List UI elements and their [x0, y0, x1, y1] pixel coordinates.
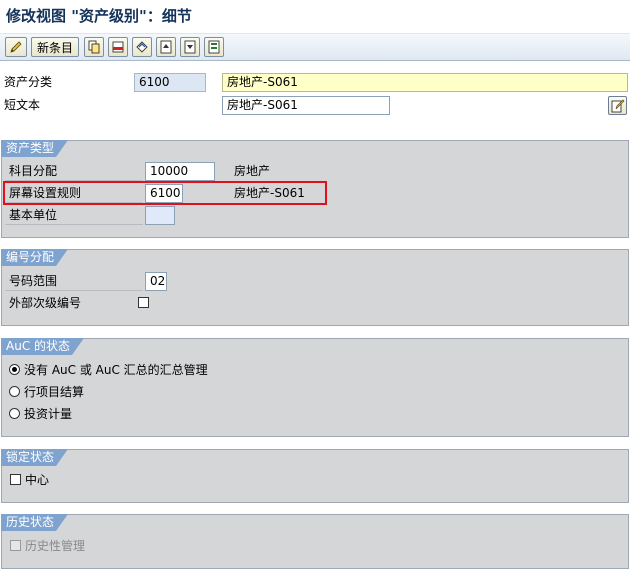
asset-class-field: 6100 — [134, 73, 206, 92]
investment-measure-option-label: 投资计量 — [24, 407, 73, 421]
history-management-label: 历史性管理 — [25, 539, 86, 553]
line-item-settlement-radio[interactable] — [9, 386, 20, 397]
title-bar: 修改视图 "资产级别"：细节 — [0, 0, 630, 34]
next-entry-button[interactable] — [180, 37, 200, 57]
history-status-group: 历史状态 历史性管理 — [1, 514, 629, 569]
auc-status-group-title: AuC 的状态 — [1, 338, 84, 355]
copy-button[interactable] — [84, 37, 104, 57]
external-subnumber-checkbox[interactable] — [138, 297, 149, 308]
history-status-group-title: 历史状态 — [1, 514, 68, 531]
account-determination-label: 科目分配 — [5, 162, 143, 181]
number-range-label: 号码范围 — [5, 272, 143, 291]
undo-button[interactable] — [132, 37, 152, 57]
edit-text-icon — [611, 99, 624, 112]
undo-icon — [136, 41, 148, 53]
base-unit-field[interactable] — [145, 206, 175, 225]
window-title: 修改视图 "资产级别"：细节 — [6, 7, 192, 25]
lock-status-group: 锁定状态 中心 — [1, 449, 629, 503]
number-assignment-group-title: 编号分配 — [1, 249, 68, 266]
asset-type-group-title: 资产类型 — [1, 140, 68, 157]
long-text-edit-button[interactable] — [608, 96, 627, 115]
select-all-icon — [208, 40, 220, 54]
display-change-icon — [10, 41, 22, 53]
investment-measure-radio[interactable] — [9, 408, 20, 419]
application-toolbar: 新条目 — [0, 34, 630, 61]
copy-icon — [88, 40, 100, 54]
highlight-box — [3, 181, 327, 205]
account-determination-field[interactable]: 10000 — [145, 162, 215, 181]
short-text-field[interactable]: 房地产-S061 — [222, 96, 390, 115]
asset-class-description-field[interactable]: 房地产-S061 — [222, 73, 628, 92]
delete-button[interactable] — [108, 37, 128, 57]
display-change-button[interactable] — [5, 37, 27, 57]
lock-central-label: 中心 — [25, 473, 50, 487]
number-range-field[interactable]: 02 — [145, 272, 167, 291]
line-item-settlement-option-label: 行项目结算 — [24, 385, 85, 399]
external-subnumber-label: 外部次级编号 — [5, 294, 143, 313]
previous-entry-button[interactable] — [156, 37, 176, 57]
short-text-label: 短文本 — [4, 98, 41, 112]
asset-class-label: 资产分类 — [4, 75, 53, 89]
base-unit-label: 基本单位 — [5, 206, 143, 225]
lock-central-checkbox[interactable] — [10, 474, 21, 485]
account-determination-description: 房地产 — [234, 164, 271, 178]
auc-summary-option-label: 没有 AuC 或 AuC 汇总的汇总管理 — [24, 363, 208, 377]
auc-summary-radio[interactable] — [9, 364, 20, 375]
history-management-checkbox — [10, 540, 21, 551]
next-entry-icon — [184, 40, 196, 54]
number-assignment-group: 编号分配 号码范围 02 外部次级编号 — [1, 249, 629, 326]
delete-icon — [112, 41, 124, 53]
previous-entry-icon — [160, 40, 172, 54]
auc-status-group: AuC 的状态 没有 AuC 或 AuC 汇总的汇总管理 行项目结算 投资计量 — [1, 338, 629, 437]
select-all-button[interactable] — [204, 37, 224, 57]
new-entries-button[interactable]: 新条目 — [31, 37, 79, 57]
lock-status-group-title: 锁定状态 — [1, 449, 68, 466]
